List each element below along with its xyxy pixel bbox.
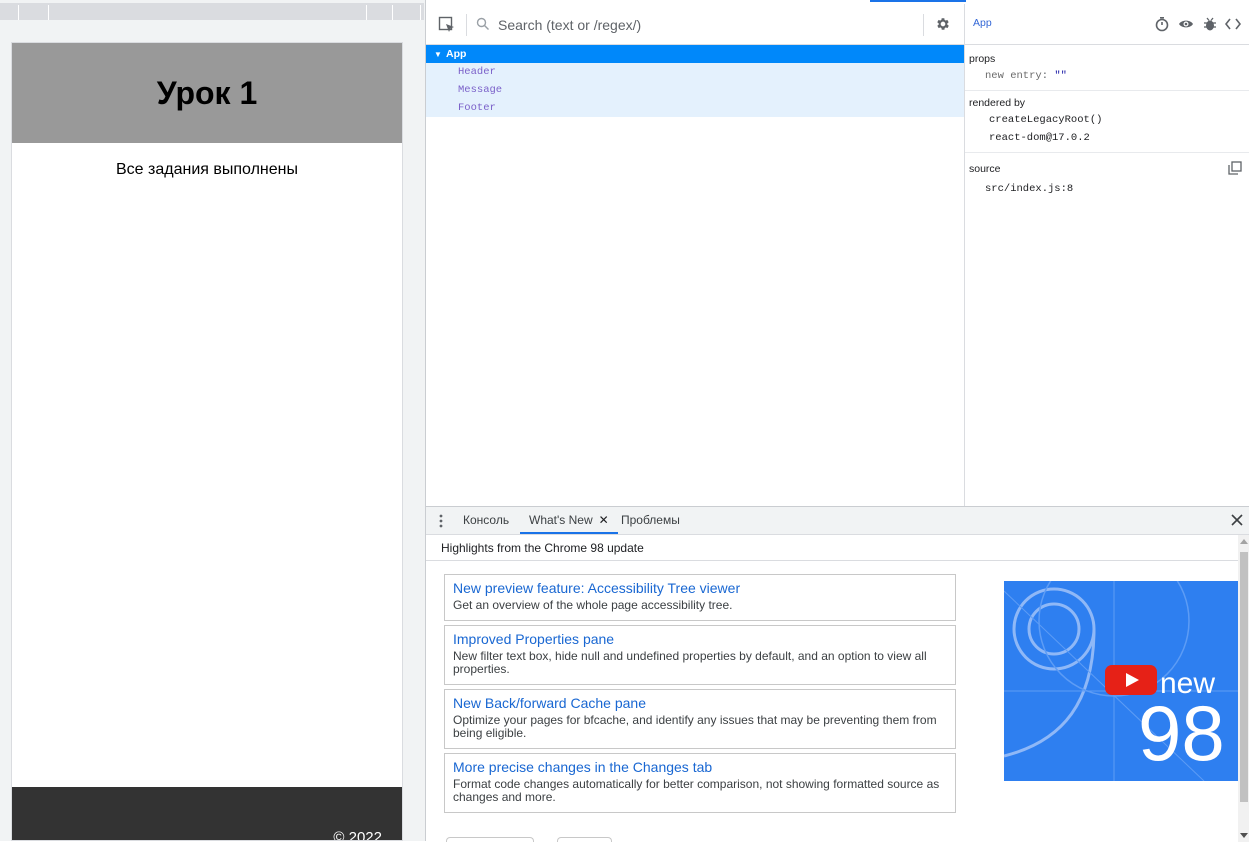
ruler-tick	[420, 5, 421, 20]
scrollbar-thumb[interactable]	[1240, 552, 1248, 802]
tree-children: Header Message Footer	[426, 63, 964, 117]
prop-row[interactable]: new entry: ""	[985, 70, 1067, 82]
selected-component-name: App	[973, 17, 992, 29]
tab-label: What's New	[529, 513, 593, 527]
tree-node-label: App	[446, 48, 467, 60]
ruler-tick	[392, 5, 393, 20]
source-location[interactable]: src/index.js:8	[985, 183, 1073, 195]
page-frame: Урок 1 Все задания выполнены © 2022	[11, 42, 403, 841]
whats-new-content: New preview feature: Accessibility Tree …	[426, 561, 1238, 842]
components-toolbar	[426, 4, 964, 45]
props-header: App	[965, 4, 1249, 45]
feature-card[interactable]: More precise changes in the Changes tab …	[444, 753, 956, 813]
feature-link[interactable]: More precise changes in the Changes tab	[453, 759, 947, 775]
close-button[interactable]	[557, 837, 612, 842]
tab-issues[interactable]: Проблемы	[621, 507, 680, 534]
learn-more-button[interactable]	[446, 837, 534, 842]
section-title: rendered by	[969, 97, 1026, 109]
active-panel-indicator	[870, 0, 966, 2]
settings-gear-icon[interactable]	[935, 16, 951, 32]
tree-node-footer[interactable]: Footer	[426, 99, 964, 117]
tab-console[interactable]: Консоль	[463, 507, 509, 534]
props-pane: App props new entry: "" rendered by crea…	[965, 4, 1249, 506]
rendered-by-item[interactable]: createLegacyRoot()	[989, 114, 1102, 126]
component-tree: ▼ App Header Message Footer	[426, 45, 964, 117]
prop-key: new entry	[985, 70, 1042, 82]
more-vertical-icon[interactable]	[438, 513, 444, 529]
ruler-tick	[366, 5, 367, 20]
copy-icon[interactable]	[1228, 161, 1242, 175]
scroll-up-arrow-icon[interactable]	[1240, 539, 1248, 544]
eye-icon[interactable]	[1178, 16, 1194, 32]
feature-description: Optimize your pages for bfcache, and ide…	[453, 713, 937, 740]
prop-value[interactable]: ""	[1054, 70, 1067, 82]
bug-icon[interactable]	[1202, 16, 1218, 32]
scroll-down-arrow-icon[interactable]	[1240, 833, 1248, 838]
video-caption-number: 98	[1138, 689, 1225, 777]
tree-node-header[interactable]: Header	[426, 63, 964, 81]
feature-card[interactable]: New preview feature: Accessibility Tree …	[444, 574, 956, 621]
tree-node-app[interactable]: ▼ App	[426, 45, 964, 63]
page-header: Урок 1	[12, 43, 402, 143]
feature-card[interactable]: New Back/forward Cache pane Optimize you…	[444, 689, 956, 749]
feature-link[interactable]: New preview feature: Accessibility Tree …	[453, 580, 947, 596]
page-footer: © 2022	[12, 787, 402, 841]
toolbar-separator	[923, 14, 924, 36]
feature-link[interactable]: New Back/forward Cache pane	[453, 695, 947, 711]
search-icon	[476, 17, 489, 30]
video-thumbnail[interactable]: new 98	[1004, 581, 1238, 781]
expand-caret-icon[interactable]: ▼	[434, 46, 446, 64]
toolbar-separator	[466, 14, 467, 36]
page-message: Все задания выполнены	[116, 161, 298, 178]
section-title: source	[969, 163, 1001, 175]
devtools-panel: ▼App Header Message Footer App	[425, 0, 1249, 842]
feature-description: New filter text box, hide null and undef…	[453, 649, 927, 676]
close-icon[interactable]: ✕	[599, 507, 609, 534]
code-icon[interactable]	[1225, 16, 1241, 32]
inspect-element-icon[interactable]	[438, 16, 456, 34]
rendered-by-section: rendered by createLegacyRoot() react-dom…	[965, 91, 1249, 153]
tab-whats-new[interactable]: What's New ✕	[520, 507, 618, 534]
drawer-tabbar: Консоль What's New ✕ Проблемы	[426, 507, 1249, 535]
footer-copyright: © 2022	[333, 829, 382, 841]
section-title: props	[969, 53, 996, 65]
props-section: props new entry: ""	[965, 46, 1249, 91]
drawer-scrollbar[interactable]	[1238, 535, 1249, 842]
feature-description: Get an overview of the whole page access…	[453, 598, 733, 612]
whats-new-header: Highlights from the Chrome 98 update	[426, 535, 1249, 561]
ruler-tick	[48, 5, 49, 20]
component-search-input[interactable]	[498, 13, 908, 37]
feature-card[interactable]: Improved Properties pane New filter text…	[444, 625, 956, 685]
timer-icon[interactable]	[1154, 16, 1170, 32]
device-ruler	[0, 3, 424, 20]
rendered-by-item: react-dom@17.0.2	[989, 132, 1090, 144]
whats-new-title: Highlights from the Chrome 98 update	[441, 541, 644, 555]
devtools-drawer: Консоль What's New ✕ Проблемы Highlights …	[426, 506, 1249, 842]
feature-description: Format code changes automatically for be…	[453, 777, 940, 804]
close-icon[interactable]	[1230, 513, 1244, 527]
tree-node-message[interactable]: Message	[426, 81, 964, 99]
ruler-tick	[18, 5, 19, 20]
source-section: source src/index.js:8	[965, 153, 1249, 203]
feature-link[interactable]: Improved Properties pane	[453, 631, 947, 647]
page-title: Урок 1	[156, 74, 258, 111]
page-viewport: Урок 1 Все задания выполнены © 2022	[0, 0, 425, 841]
